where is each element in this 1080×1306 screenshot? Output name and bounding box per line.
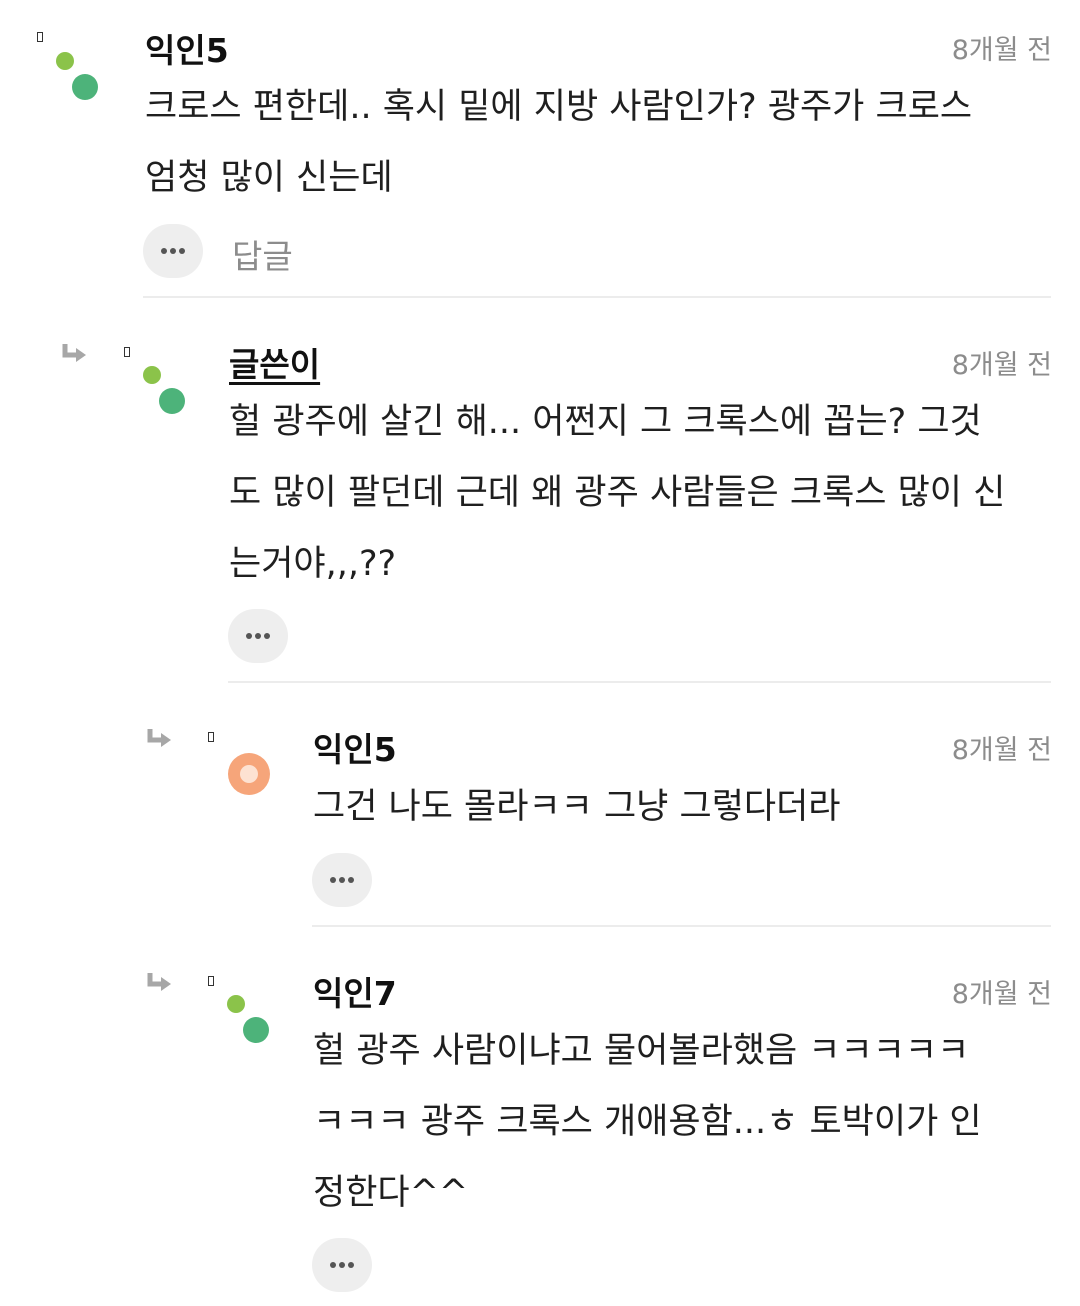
comment-timestamp: 8개월 전 (951, 735, 1052, 766)
comment-line: 그건 나도 몰라ㅋㅋ 그냥 그렇다더라 (313, 787, 841, 827)
missing-glyph-icon (208, 732, 214, 742)
reply-arrow-icon (147, 729, 171, 747)
divider (143, 296, 1051, 298)
missing-glyph-icon (37, 32, 43, 42)
comment-line: 헐 광주에 살긴 해... 어쩐지 그 크록스에 꼽는? 그것 (229, 402, 982, 442)
comment-line: ㅋㅋㅋ 광주 크록스 개애용함...ㅎ 토박이가 인 (313, 1102, 982, 1142)
comment-timestamp: 8개월 전 (951, 35, 1052, 66)
missing-glyph-icon (208, 976, 214, 986)
comment-body: 헐 광주에 살긴 해... 어쩐지 그 크록스에 꼽는? 그것 도 많이 팔던데… (229, 387, 1005, 600)
reply-arrow-icon (147, 973, 171, 991)
comment-timestamp: 8개월 전 (951, 979, 1052, 1010)
two-dot-avatar-icon (141, 362, 193, 414)
comment-body: 크로스 편한데.. 혹시 밑에 지방 사람인가? 광주가 크로스 엄청 많이 신… (145, 72, 972, 214)
comment-line: 헐 광주 사람이냐고 물어볼라했음 ㅋㅋㅋㅋㅋ (313, 1031, 970, 1071)
comment-timestamp: 8개월 전 (951, 350, 1052, 381)
more-options-button[interactable] (143, 224, 203, 278)
orange-circle-avatar-icon (228, 753, 270, 795)
missing-glyph-icon (124, 347, 130, 357)
more-options-button[interactable] (312, 1238, 372, 1292)
more-options-button[interactable] (312, 853, 372, 907)
more-options-button[interactable] (228, 609, 288, 663)
comment-line: 크로스 편한데.. 혹시 밑에 지방 사람인가? 광주가 크로스 (145, 87, 973, 127)
comment-author-op[interactable]: 글쓴이 (229, 338, 320, 386)
comment-line: 도 많이 팔던데 근데 왜 광주 사람들은 크록스 많이 신 (229, 473, 1006, 513)
two-dot-avatar-icon (54, 48, 106, 100)
divider (228, 681, 1051, 683)
reply-arrow-icon (62, 344, 86, 362)
reply-button[interactable]: 답글 (232, 230, 293, 278)
comment-author[interactable]: 익인5 (145, 24, 229, 72)
two-dot-avatar-icon (225, 991, 277, 1043)
comment-body: 그건 나도 몰라ㅋㅋ 그냥 그렇다더라 (313, 772, 841, 843)
comment-author[interactable]: 익인7 (313, 967, 397, 1015)
divider (312, 925, 1051, 927)
comment-author[interactable]: 익인5 (313, 723, 397, 771)
comment-line: 엄청 많이 신는데 (145, 158, 393, 198)
comment-line: 정한다^^ (313, 1173, 469, 1213)
comment-body: 헐 광주 사람이냐고 물어볼라했음 ㅋㅋㅋㅋㅋ ㅋㅋㅋ 광주 크록스 개애용함.… (313, 1016, 982, 1229)
comment-thread: 익인5 8개월 전 크로스 편한데.. 혹시 밑에 지방 사람인가? 광주가 크… (0, 0, 1080, 1306)
comment-line: 는거야,,,?? (229, 544, 397, 584)
